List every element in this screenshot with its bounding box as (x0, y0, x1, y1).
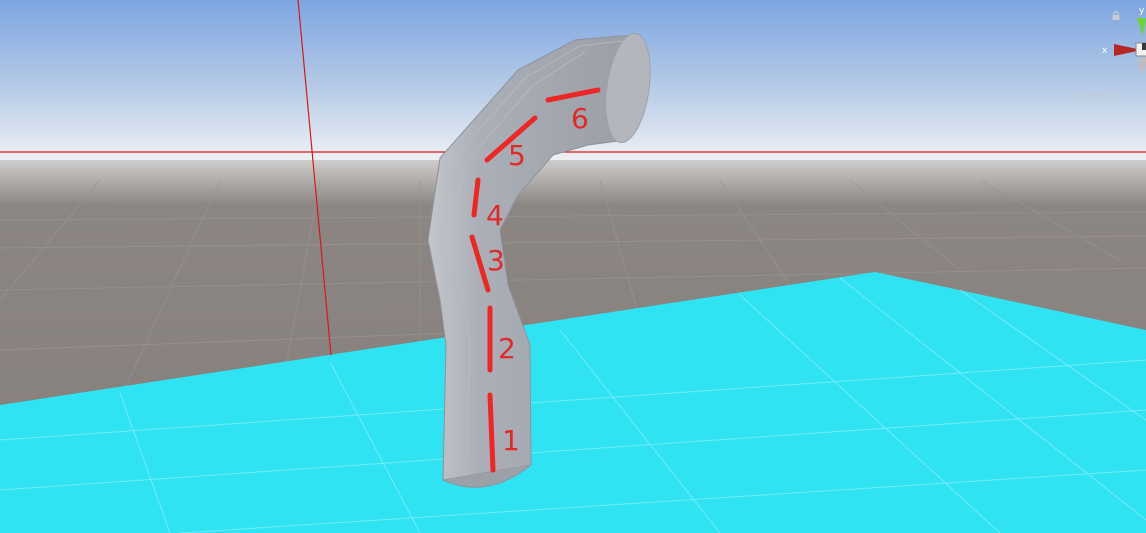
y-axis-label: y (1139, 6, 1145, 16)
projection-mode-label[interactable]: < Persp (1072, 90, 1115, 103)
x-axis-label: x (1102, 46, 1108, 56)
segment-label-6: 6 (571, 102, 589, 135)
segment-label-5: 5 (508, 139, 526, 172)
y-axis-cone[interactable] (1137, 18, 1146, 36)
neg-y-axis-cone[interactable] (1137, 58, 1146, 74)
segment-label-3: 3 (487, 244, 505, 277)
lock-icon[interactable] (1112, 11, 1120, 20)
segment-label-1: 1 (502, 424, 520, 457)
scene-canvas[interactable]: 1 2 3 4 5 6 (0, 0, 1146, 533)
segment-label-4: 4 (486, 199, 504, 232)
scene-viewport[interactable]: 1 2 3 4 5 6 y x < Persp (0, 0, 1146, 533)
segment-label-2: 2 (498, 332, 516, 365)
